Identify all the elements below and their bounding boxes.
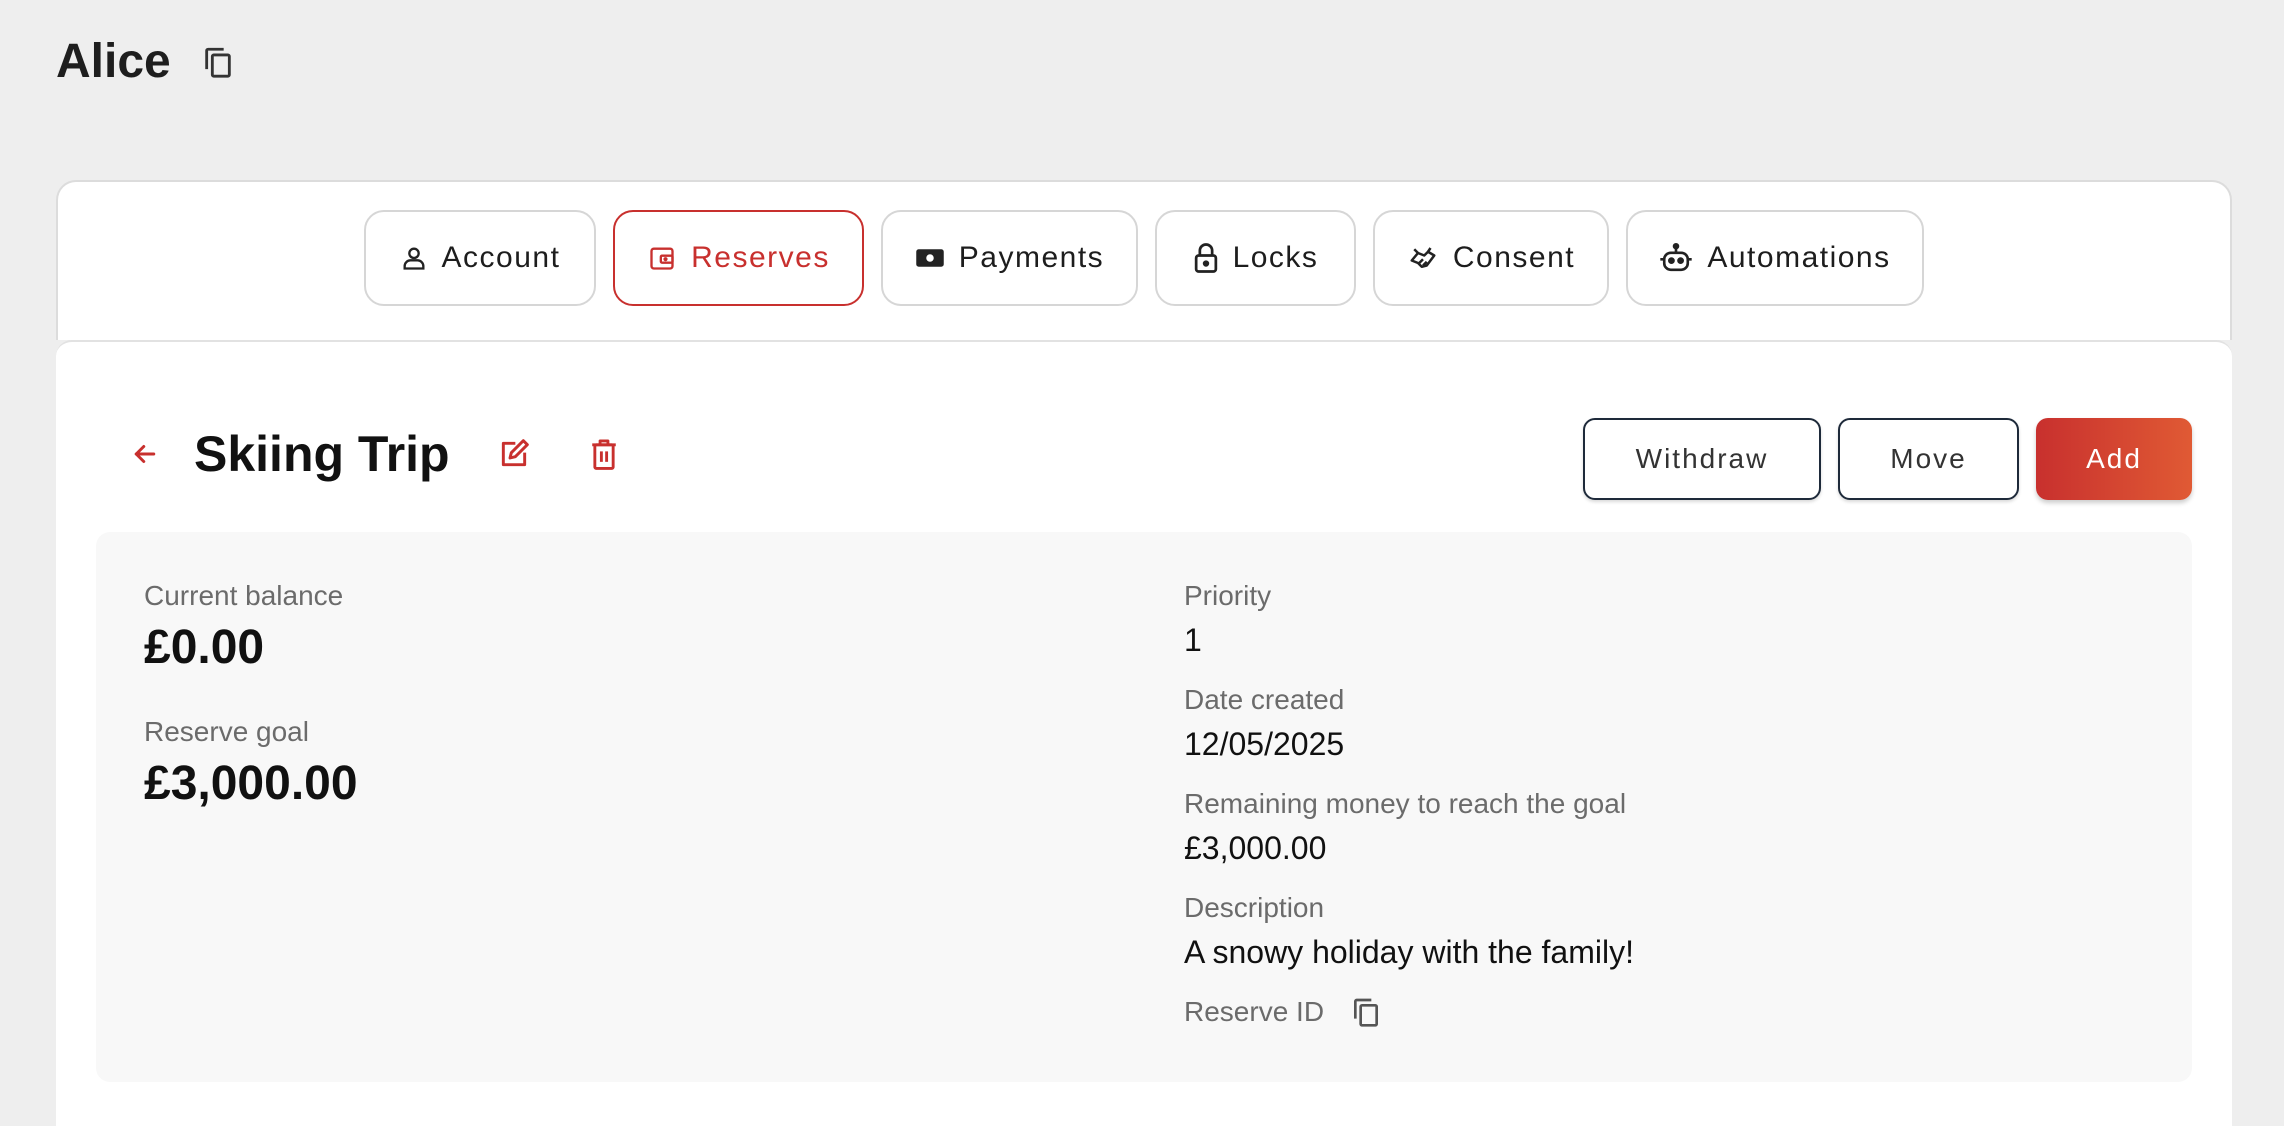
move-button[interactable]: Move bbox=[1838, 418, 2019, 500]
description-value: A snowy holiday with the family! bbox=[1184, 934, 1634, 970]
tab-reserves[interactable]: Reserves bbox=[613, 210, 864, 306]
remaining-value: £3,000.00 bbox=[1184, 830, 1327, 866]
reserve-id-label: Reserve ID bbox=[1184, 996, 1325, 1027]
withdraw-button[interactable]: Withdraw bbox=[1583, 418, 1821, 500]
description-label: Description bbox=[1184, 892, 1325, 923]
page-title: Alice bbox=[56, 35, 171, 88]
date-created-label: Date created bbox=[1184, 684, 1345, 715]
reserve-goal-value: £3,000.00 bbox=[144, 757, 358, 810]
tab-bar: Account Reserves Payments Locks Consent … bbox=[364, 210, 1924, 306]
copy-icon[interactable] bbox=[201, 43, 235, 81]
tab-label: Reserves bbox=[691, 241, 830, 274]
current-balance-value: £0.00 bbox=[144, 621, 265, 674]
reserve-goal-label: Reserve goal bbox=[144, 716, 309, 747]
tab-payments[interactable]: Payments bbox=[881, 210, 1138, 306]
tab-label: Locks bbox=[1232, 241, 1319, 274]
reserve-details: Current balance £0.00 Reserve goal £3,00… bbox=[96, 532, 2192, 1082]
lock-icon bbox=[1193, 242, 1219, 274]
tab-account[interactable]: Account bbox=[364, 210, 596, 306]
handshake-icon bbox=[1407, 243, 1439, 273]
reserve-id-row: Reserve ID bbox=[1184, 994, 1382, 1030]
tab-consent[interactable]: Consent bbox=[1373, 210, 1609, 306]
add-button[interactable]: Add bbox=[2036, 418, 2192, 500]
edit-icon[interactable] bbox=[498, 438, 530, 470]
reserve-title: Skiing Trip bbox=[194, 426, 450, 482]
robot-icon bbox=[1659, 242, 1693, 274]
priority-label: Priority bbox=[1184, 580, 1272, 611]
reserve-actions: Withdraw Move Add bbox=[1583, 418, 2192, 500]
tab-locks[interactable]: Locks bbox=[1155, 210, 1356, 306]
copy-icon[interactable] bbox=[1350, 994, 1382, 1030]
reserve-header: Skiing Trip bbox=[130, 425, 620, 483]
tab-label: Payments bbox=[958, 241, 1105, 274]
date-created-value: 12/05/2025 bbox=[1184, 726, 1345, 762]
wallet-icon bbox=[647, 244, 677, 272]
tab-automations[interactable]: Automations bbox=[1626, 210, 1924, 306]
trash-icon[interactable] bbox=[588, 437, 620, 471]
tab-label: Automations bbox=[1707, 241, 1891, 274]
priority-value: 1 bbox=[1184, 622, 1202, 658]
remaining-label: Remaining money to reach the goal bbox=[1184, 788, 1627, 819]
current-balance-label: Current balance bbox=[144, 580, 344, 611]
banknote-icon bbox=[915, 246, 945, 270]
tab-label: Account bbox=[441, 241, 561, 274]
back-arrow-icon[interactable] bbox=[130, 439, 160, 469]
page-header: Alice bbox=[56, 34, 235, 89]
tab-label: Consent bbox=[1452, 241, 1576, 274]
person-icon bbox=[400, 244, 428, 272]
